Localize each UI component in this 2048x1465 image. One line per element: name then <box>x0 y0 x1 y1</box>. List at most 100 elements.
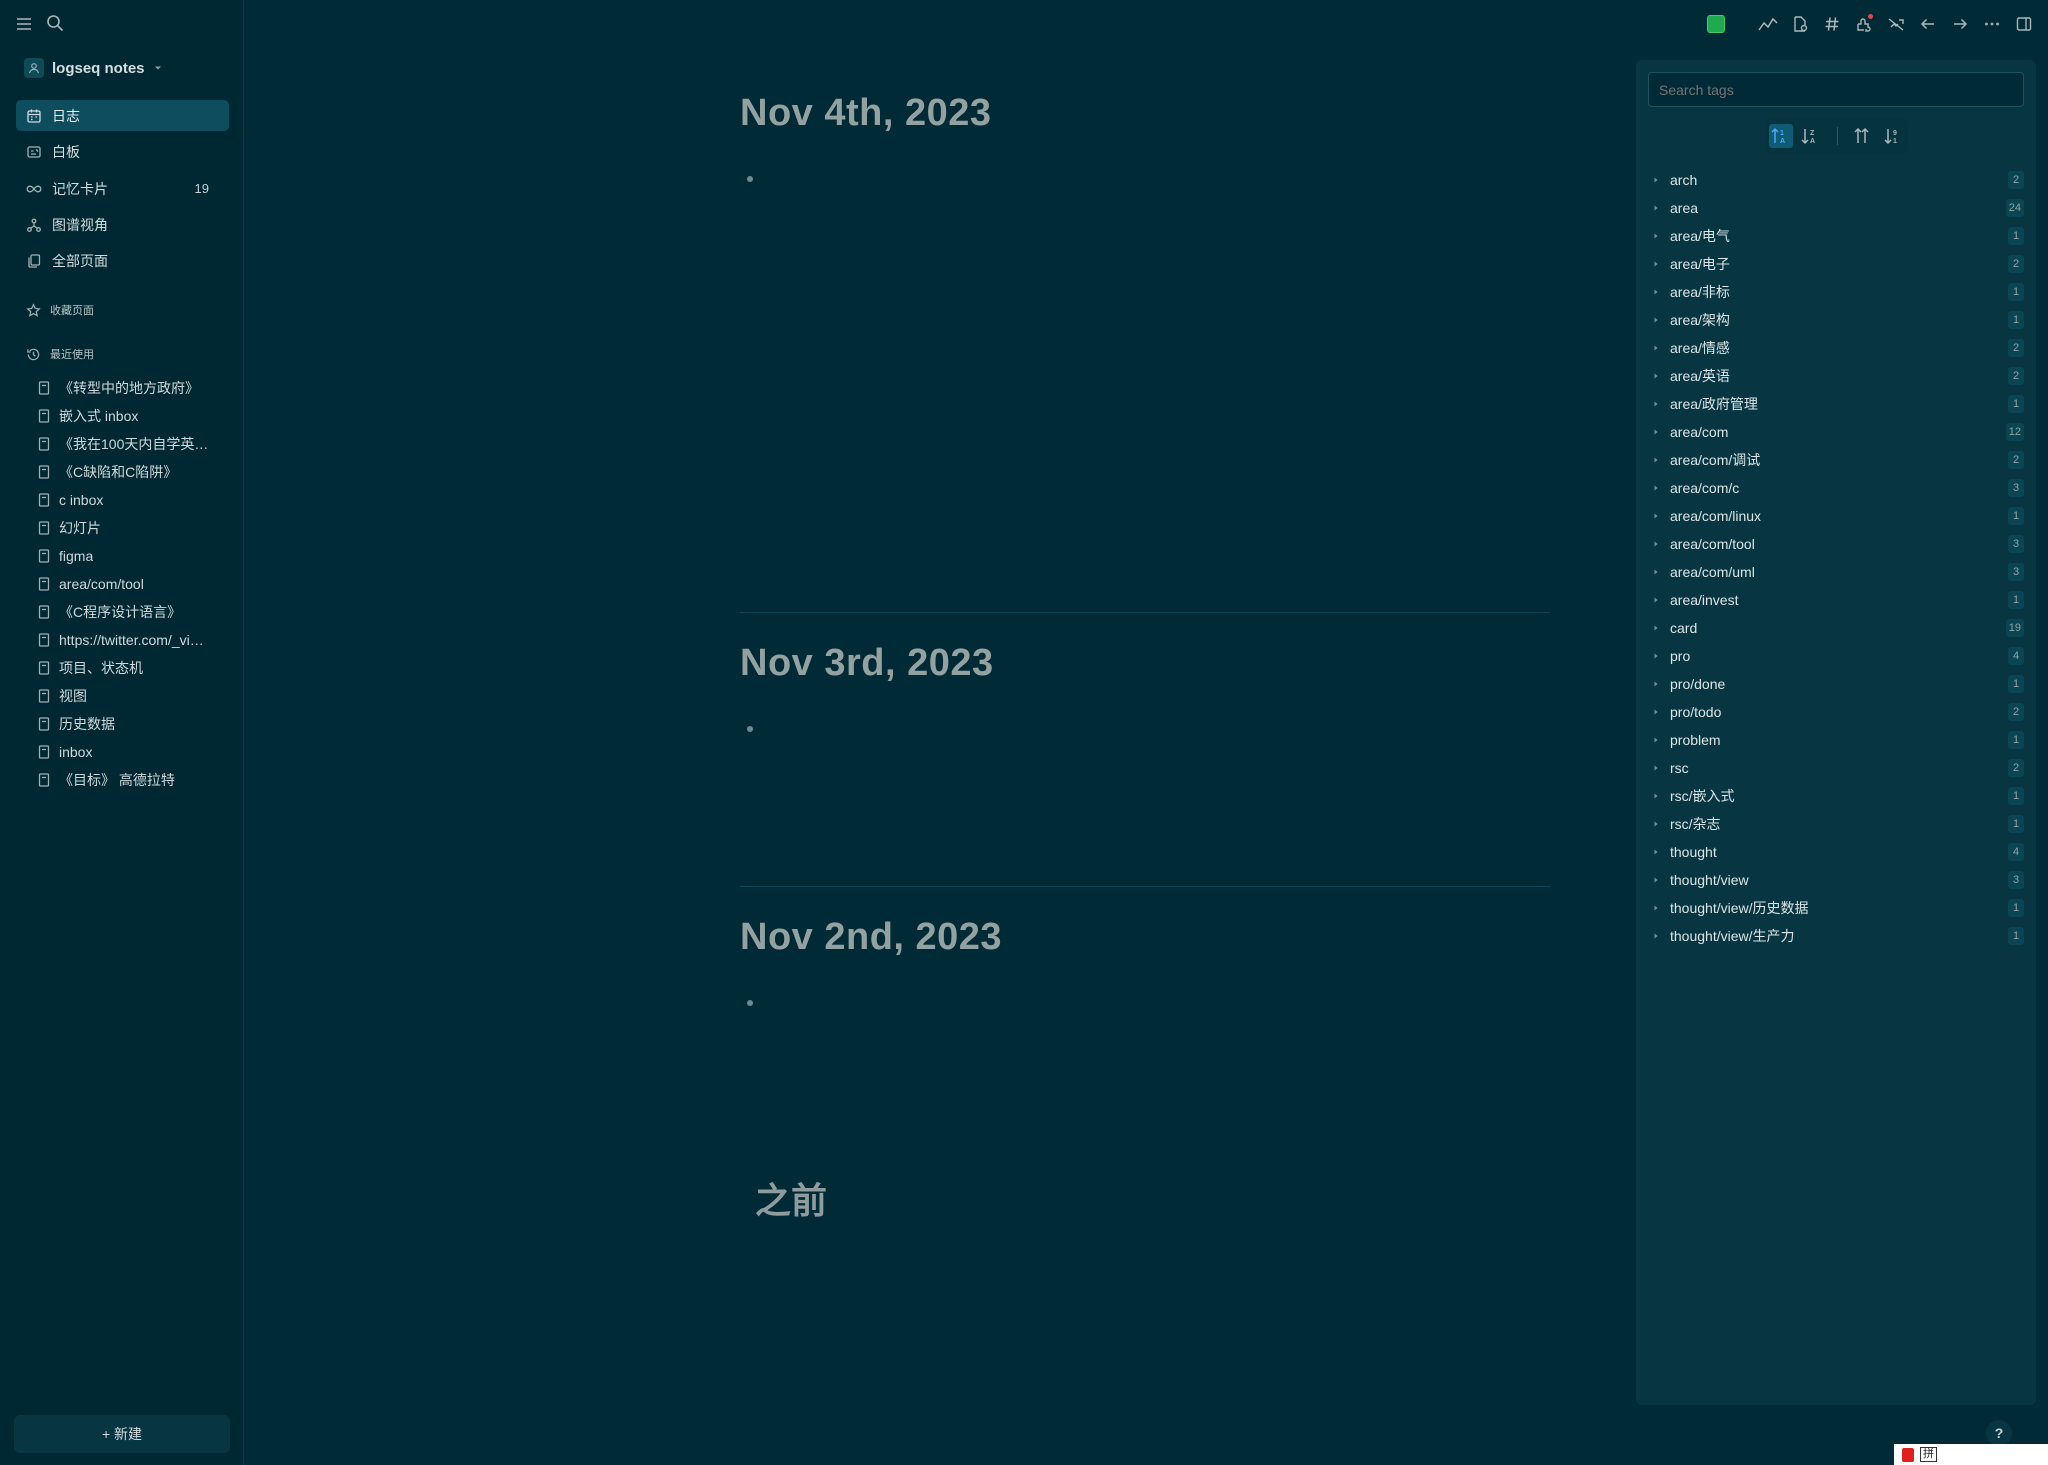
tag-row[interactable]: area/com/uml 3 <box>1646 558 2026 586</box>
tag-row[interactable]: area/英语 2 <box>1646 362 2026 390</box>
tag-name[interactable]: area/英语 <box>1670 366 1730 386</box>
tag-name[interactable]: area/架构 <box>1670 310 1730 330</box>
chevron-right-icon[interactable] <box>1652 932 1660 940</box>
tag-row[interactable]: area/com 12 <box>1646 418 2026 446</box>
nav-whiteboards[interactable]: 白板 <box>16 136 229 167</box>
chevron-right-icon[interactable] <box>1652 260 1660 268</box>
tag-name[interactable]: thought/view/生产力 <box>1670 926 1795 946</box>
chevron-right-icon[interactable] <box>1652 876 1660 884</box>
recent-item[interactable]: 《C缺陷和C陷阱》 <box>38 458 228 486</box>
tag-name[interactable]: pro/todo <box>1670 704 1721 720</box>
chevron-right-icon[interactable] <box>1652 652 1660 660</box>
recent-item[interactable]: 《C程序设计语言》 <box>38 598 228 626</box>
more-icon[interactable] <box>1980 12 2004 36</box>
chevron-right-icon[interactable] <box>1652 568 1660 576</box>
chevron-right-icon[interactable] <box>1652 484 1660 492</box>
tag-name[interactable]: rsc <box>1670 760 1689 776</box>
block-bullet[interactable] <box>747 1000 753 1006</box>
tag-name[interactable]: arch <box>1670 172 1697 188</box>
chevron-right-icon[interactable] <box>1652 764 1660 772</box>
tag-name[interactable]: pro/done <box>1670 676 1725 692</box>
recent-item[interactable]: 嵌入式 inbox <box>38 402 228 430</box>
tag-name[interactable]: thought <box>1670 844 1717 860</box>
chevron-right-icon[interactable] <box>1652 344 1660 352</box>
tag-row[interactable]: area/com/调试 2 <box>1646 446 2026 474</box>
back-arrow-icon[interactable] <box>1916 12 1940 36</box>
tag-row[interactable]: rsc/杂志 1 <box>1646 810 2026 838</box>
chevron-right-icon[interactable] <box>1652 904 1660 912</box>
recent-item[interactable]: https://twitter.com/_vi… <box>38 626 228 654</box>
menu-icon[interactable] <box>15 15 33 33</box>
recent-item[interactable]: 幻灯片 <box>38 514 228 542</box>
hashtag-icon[interactable] <box>1820 12 1844 36</box>
chevron-right-icon[interactable] <box>1652 708 1660 716</box>
chevron-right-icon[interactable] <box>1652 512 1660 520</box>
chevron-right-icon[interactable] <box>1652 204 1660 212</box>
tag-name[interactable]: thought/view <box>1670 872 1749 888</box>
chevron-right-icon[interactable] <box>1652 428 1660 436</box>
nav-graph-view[interactable]: 图谱视角 <box>16 209 229 240</box>
nav-journals[interactable]: 日志 <box>16 100 229 131</box>
tag-name[interactable]: area/com/调试 <box>1670 450 1760 470</box>
search-icon[interactable] <box>46 14 64 32</box>
chevron-right-icon[interactable] <box>1652 288 1660 296</box>
tag-row[interactable]: rsc 2 <box>1646 754 2026 782</box>
chevron-right-icon[interactable] <box>1652 176 1660 184</box>
tag-search-input[interactable] <box>1648 72 2024 107</box>
new-page-button[interactable]: + 新建 <box>14 1415 230 1453</box>
tag-name[interactable]: area/非标 <box>1670 282 1730 302</box>
tag-row[interactable]: thought/view/历史数据 1 <box>1646 894 2026 922</box>
plugins-icon[interactable] <box>1852 12 1876 36</box>
chevron-right-icon[interactable] <box>1652 316 1660 324</box>
tag-name[interactable]: area/电气 <box>1670 226 1730 246</box>
sort-name-asc-icon[interactable]: 1A <box>1768 124 1793 148</box>
tag-row[interactable]: area/com/tool 3 <box>1646 530 2026 558</box>
tag-row[interactable]: pro 4 <box>1646 642 2026 670</box>
journal-title[interactable]: Nov 3rd, 2023 <box>740 642 994 685</box>
tag-name[interactable]: pro <box>1670 648 1690 664</box>
chevron-right-icon[interactable] <box>1652 540 1660 548</box>
forward-arrow-icon[interactable] <box>1948 12 1972 36</box>
recent-item[interactable]: area/com/tool <box>38 570 228 598</box>
tag-row[interactable]: card 19 <box>1646 614 2026 642</box>
tag-row[interactable]: problem 1 <box>1646 726 2026 754</box>
sort-count-desc-icon[interactable]: 91 <box>1882 124 1906 148</box>
recent-item[interactable]: 视图 <box>38 682 228 710</box>
tag-name[interactable]: area/情感 <box>1670 338 1730 358</box>
sync-status-icon[interactable] <box>1704 12 1728 36</box>
chevron-right-icon[interactable] <box>1652 792 1660 800</box>
tag-row[interactable]: area 24 <box>1646 194 2026 222</box>
tag-name[interactable]: area/com/c <box>1670 480 1739 496</box>
tag-name[interactable]: area/com/uml <box>1670 564 1755 580</box>
tag-row[interactable]: thought/view/生产力 1 <box>1646 922 2026 950</box>
recent-item[interactable]: figma <box>38 542 228 570</box>
tag-row[interactable]: area/电气 1 <box>1646 222 2026 250</box>
tag-row[interactable]: arch 2 <box>1646 166 2026 194</box>
tag-name[interactable]: area/com/linux <box>1670 508 1761 524</box>
tag-row[interactable]: rsc/嵌入式 1 <box>1646 782 2026 810</box>
ime-mode[interactable]: 拼 <box>1920 1447 1937 1462</box>
analytics-icon[interactable] <box>1756 12 1780 36</box>
block-bullet[interactable] <box>747 176 753 182</box>
tag-row[interactable]: area/政府管理 1 <box>1646 390 2026 418</box>
tag-name[interactable]: card <box>1670 620 1697 636</box>
tag-row[interactable]: area/invest 1 <box>1646 586 2026 614</box>
journal-title[interactable]: Nov 2nd, 2023 <box>740 916 1002 959</box>
recent-header[interactable]: 最近使用 <box>26 344 94 364</box>
chevron-right-icon[interactable] <box>1652 736 1660 744</box>
tag-row[interactable]: pro/todo 2 <box>1646 698 2026 726</box>
chevron-right-icon[interactable] <box>1652 680 1660 688</box>
favorites-header[interactable]: 收藏页面 <box>26 300 94 320</box>
sort-count-asc-icon[interactable] <box>1852 124 1876 148</box>
ime-logo-icon[interactable] <box>1902 1447 1914 1462</box>
tag-row[interactable]: area/电子 2 <box>1646 250 2026 278</box>
nav-all-pages[interactable]: 全部页面 <box>16 245 229 276</box>
tag-name[interactable]: problem <box>1670 732 1721 748</box>
tag-row[interactable]: area/情感 2 <box>1646 334 2026 362</box>
wide-mode-off-icon[interactable] <box>1884 12 1908 36</box>
tag-name[interactable]: thought/view/历史数据 <box>1670 898 1809 918</box>
nav-flashcards[interactable]: 记忆卡片 19 <box>16 173 229 204</box>
tag-name[interactable]: rsc/嵌入式 <box>1670 786 1735 806</box>
tag-row[interactable]: thought 4 <box>1646 838 2026 866</box>
tag-name[interactable]: area/政府管理 <box>1670 394 1758 414</box>
